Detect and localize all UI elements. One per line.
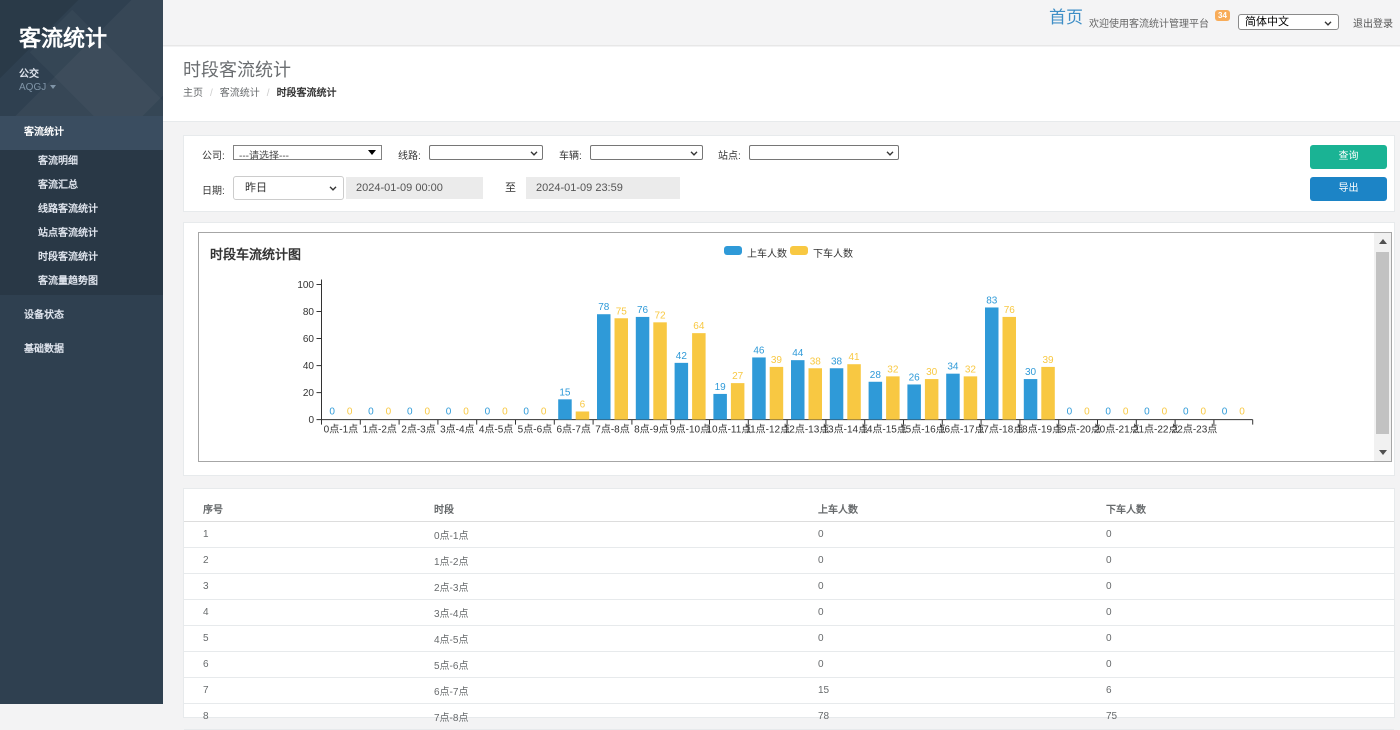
svg-text:26: 26: [909, 372, 921, 383]
svg-text:0: 0: [523, 406, 529, 417]
svg-text:0: 0: [1222, 406, 1228, 417]
svg-text:22点-23点: 22点-23点: [1172, 423, 1218, 435]
svg-text:0: 0: [1105, 406, 1111, 417]
svg-text:0: 0: [308, 415, 314, 426]
svg-text:2点-3点: 2点-3点: [401, 423, 435, 435]
svg-text:0: 0: [502, 406, 508, 417]
svg-text:0点-1点: 0点-1点: [324, 423, 358, 435]
svg-text:4点-5点: 4点-5点: [479, 423, 513, 435]
svg-text:0: 0: [1183, 406, 1189, 417]
svg-text:32: 32: [887, 364, 899, 375]
svg-text:80: 80: [303, 307, 315, 318]
svg-text:76: 76: [637, 305, 649, 316]
svg-text:60: 60: [303, 334, 315, 345]
svg-text:15: 15: [559, 387, 571, 398]
svg-text:0: 0: [386, 406, 392, 417]
svg-text:0: 0: [329, 406, 335, 417]
svg-text:0: 0: [463, 406, 469, 417]
svg-text:1点-2点: 1点-2点: [362, 423, 396, 435]
svg-text:75: 75: [616, 306, 628, 317]
svg-text:83: 83: [986, 295, 998, 306]
svg-text:30: 30: [1025, 367, 1037, 378]
svg-text:0: 0: [1200, 406, 1206, 417]
svg-text:0: 0: [1162, 406, 1168, 417]
svg-text:28: 28: [870, 370, 882, 381]
svg-text:5点-6点: 5点-6点: [518, 423, 552, 435]
svg-text:0: 0: [541, 406, 547, 417]
svg-text:0: 0: [368, 406, 374, 417]
svg-text:0: 0: [485, 406, 491, 417]
svg-text:0: 0: [407, 406, 413, 417]
svg-text:34: 34: [947, 362, 959, 373]
svg-text:6: 6: [580, 399, 586, 410]
svg-text:8点-9点: 8点-9点: [634, 423, 668, 435]
svg-text:0: 0: [1123, 406, 1129, 417]
svg-text:0: 0: [1067, 406, 1073, 417]
svg-text:42: 42: [676, 351, 688, 362]
svg-text:78: 78: [598, 302, 610, 313]
svg-text:30: 30: [926, 367, 938, 378]
svg-text:41: 41: [848, 352, 860, 363]
svg-text:0: 0: [347, 406, 353, 417]
svg-text:39: 39: [1042, 355, 1054, 366]
svg-text:40: 40: [303, 361, 315, 372]
svg-text:72: 72: [654, 310, 666, 321]
svg-text:46: 46: [753, 345, 765, 356]
svg-text:64: 64: [693, 321, 705, 332]
svg-text:3点-4点: 3点-4点: [440, 423, 474, 435]
svg-text:0: 0: [424, 406, 430, 417]
svg-text:100: 100: [297, 280, 314, 291]
svg-text:39: 39: [771, 355, 783, 366]
svg-text:6点-7点: 6点-7点: [556, 423, 590, 435]
svg-text:27: 27: [732, 371, 744, 382]
svg-text:0: 0: [1144, 406, 1150, 417]
svg-text:0: 0: [1084, 406, 1090, 417]
svg-text:32: 32: [965, 364, 977, 375]
svg-text:19: 19: [715, 382, 727, 393]
svg-text:38: 38: [810, 356, 822, 367]
svg-text:20: 20: [303, 388, 315, 399]
svg-text:44: 44: [792, 348, 804, 359]
svg-text:9点-10点: 9点-10点: [670, 423, 710, 435]
svg-text:7点-8点: 7点-8点: [595, 423, 629, 435]
svg-text:0: 0: [446, 406, 452, 417]
svg-text:0: 0: [1239, 406, 1245, 417]
svg-text:76: 76: [1004, 305, 1016, 316]
svg-text:38: 38: [831, 356, 843, 367]
